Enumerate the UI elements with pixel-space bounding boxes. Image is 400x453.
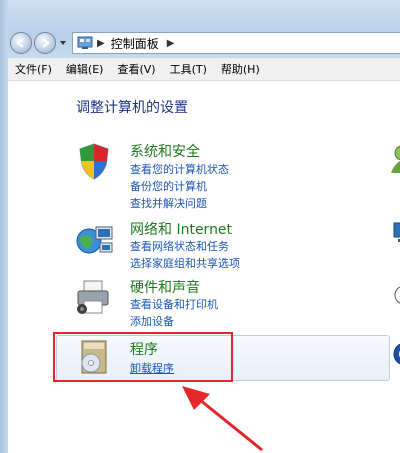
category-hardware-sound[interactable]: 硬件和声音 <box>130 277 200 297</box>
forward-arrow-icon <box>42 38 50 48</box>
shield-icon[interactable] <box>74 141 114 181</box>
menu-tools[interactable]: 工具(T) <box>163 61 214 77</box>
user-accounts-icon[interactable] <box>388 143 400 173</box>
link-view-network-status[interactable]: 查看网络状态和任务 <box>130 238 229 254</box>
link-devices-printers[interactable]: 查看设备和打印机 <box>130 296 218 312</box>
category-system-security[interactable]: 系统和安全 <box>130 141 200 161</box>
window-left-border <box>0 0 8 453</box>
link-add-device[interactable]: 添加设备 <box>130 313 174 329</box>
appearance-icon[interactable] <box>388 217 400 247</box>
annotation-arrow-icon <box>182 386 263 452</box>
link-backup-computer[interactable]: 备份您的计算机 <box>130 178 207 194</box>
forward-button[interactable] <box>34 32 56 54</box>
breadcrumb-chevron-icon[interactable]: ▶ <box>167 38 175 49</box>
category-network-internet[interactable]: 网络和 Internet <box>130 219 232 239</box>
title-bar: ▶ 控制面板 ▶ <box>0 0 400 58</box>
breadcrumb-separator-icon[interactable]: ▶ <box>97 38 105 49</box>
annotation-highlight-box <box>53 332 233 382</box>
back-button[interactable] <box>10 32 32 54</box>
menu-view[interactable]: 查看(V) <box>110 61 162 77</box>
control-panel-icon <box>77 36 93 49</box>
back-arrow-icon <box>16 38 24 48</box>
page-heading: 调整计算机的设置 <box>76 100 188 116</box>
menu-bar: 文件(F) 编辑(E) 查看(V) 工具(T) 帮助(H) <box>8 58 400 81</box>
printer-icon[interactable] <box>74 277 114 317</box>
menu-help[interactable]: 帮助(H) <box>214 61 267 77</box>
breadcrumb-control-panel[interactable]: 控制面板 <box>111 35 159 52</box>
address-bar[interactable]: ▶ 控制面板 ▶ <box>72 32 400 54</box>
link-view-computer-status[interactable]: 查看您的计算机状态 <box>130 161 229 177</box>
menu-edit[interactable]: 编辑(E) <box>59 61 111 77</box>
control-panel-window: ▶ 控制面板 ▶ 文件(F) 编辑(E) 查看(V) 工具(T) 帮助(H) 调… <box>0 0 400 453</box>
network-globe-icon[interactable] <box>74 219 114 259</box>
ease-of-access-icon[interactable] <box>388 339 400 369</box>
link-troubleshoot[interactable]: 查找并解决问题 <box>130 195 207 211</box>
clock-language-icon[interactable] <box>388 281 400 311</box>
menu-file[interactable]: 文件(F) <box>8 61 59 77</box>
recent-pages-dropdown-icon[interactable] <box>59 38 67 48</box>
link-homegroup-sharing[interactable]: 选择家庭组和共享选项 <box>130 255 240 271</box>
